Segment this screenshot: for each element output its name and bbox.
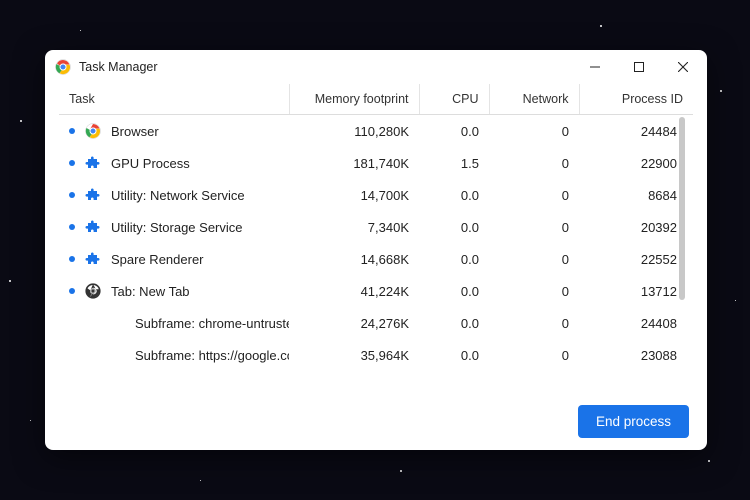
task-name: GPU Process <box>111 156 190 171</box>
cell-memory: 14,700K <box>289 179 419 211</box>
extension-icon <box>85 155 101 171</box>
cell-memory: 24,276K <box>289 307 419 339</box>
cell-pid: 20392 <box>579 211 687 243</box>
task-name: Utility: Storage Service <box>111 220 243 235</box>
task-manager-window: Task Manager Task Memory footprint CPU N… <box>45 50 707 450</box>
cell-pid: 24484 <box>579 115 687 147</box>
cell-network: 0 <box>489 243 579 275</box>
end-process-button[interactable]: End process <box>578 405 689 438</box>
col-cpu[interactable]: CPU <box>419 84 489 115</box>
table-row[interactable]: Spare Renderer 14,668K0.0022552 <box>59 243 687 275</box>
table-row[interactable]: Browser 110,280K0.0024484 <box>59 115 687 147</box>
col-task[interactable]: Task <box>59 84 289 115</box>
cell-network: 0 <box>489 211 579 243</box>
status-dot-icon <box>69 288 75 294</box>
cell-pid: 8684 <box>579 179 687 211</box>
col-pid[interactable]: Process ID <box>579 84 693 115</box>
extension-icon <box>85 251 101 267</box>
cell-network: 0 <box>489 339 579 363</box>
cell-pid: 13712 <box>579 275 687 307</box>
cell-pid: 24408 <box>579 307 687 339</box>
task-name: Tab: New Tab <box>111 284 190 299</box>
cell-cpu: 0.0 <box>419 211 489 243</box>
status-dot-icon <box>69 192 75 198</box>
extension-icon <box>85 187 101 203</box>
cell-memory: 181,740K <box>289 147 419 179</box>
table-row[interactable]: GPU Process 181,740K1.5022900 <box>59 147 687 179</box>
cell-memory: 41,224K <box>289 275 419 307</box>
cell-cpu: 0.0 <box>419 179 489 211</box>
status-dot-icon <box>69 128 75 134</box>
col-memory[interactable]: Memory footprint <box>289 84 419 115</box>
cell-network: 0 <box>489 275 579 307</box>
minimize-button[interactable] <box>573 52 617 82</box>
task-name: Subframe: chrome-untrusted:/... <box>135 316 289 331</box>
col-network[interactable]: Network <box>489 84 579 115</box>
chrome-icon <box>55 59 71 75</box>
cell-pid: 22900 <box>579 147 687 179</box>
table-row[interactable]: Subframe: chrome-untrusted:/...24,276K0.… <box>59 307 687 339</box>
cell-cpu: 0.0 <box>419 339 489 363</box>
incognito-tab-icon <box>85 283 101 299</box>
process-table-header: Task Memory footprint CPU Network Proces… <box>59 84 693 115</box>
cell-cpu: 0.0 <box>419 115 489 147</box>
table-row[interactable]: Subframe: https://google.com/35,964K0.00… <box>59 339 687 363</box>
cell-pid: 22552 <box>579 243 687 275</box>
scrollbar-thumb[interactable] <box>679 117 685 300</box>
cell-cpu: 1.5 <box>419 147 489 179</box>
close-button[interactable] <box>661 52 705 82</box>
status-dot-icon <box>69 224 75 230</box>
footer: End process <box>45 392 707 450</box>
cell-network: 0 <box>489 115 579 147</box>
extension-icon <box>85 219 101 235</box>
task-name: Utility: Network Service <box>111 188 245 203</box>
cell-memory: 35,964K <box>289 339 419 363</box>
cell-network: 0 <box>489 307 579 339</box>
status-dot-icon <box>69 256 75 262</box>
cell-cpu: 0.0 <box>419 275 489 307</box>
chrome-icon <box>85 123 101 139</box>
cell-cpu: 0.0 <box>419 243 489 275</box>
cell-network: 0 <box>489 179 579 211</box>
process-table: Browser110,280K0.0024484GPU Process181,7… <box>59 115 687 363</box>
table-row[interactable]: Utility: Network Service 14,700K0.008684 <box>59 179 687 211</box>
status-dot-icon <box>69 160 75 166</box>
cell-memory: 7,340K <box>289 211 419 243</box>
maximize-button[interactable] <box>617 52 661 82</box>
cell-memory: 14,668K <box>289 243 419 275</box>
cell-pid: 23088 <box>579 339 687 363</box>
cell-memory: 110,280K <box>289 115 419 147</box>
table-row[interactable]: Utility: Storage Service 7,340K0.0020392 <box>59 211 687 243</box>
window-title: Task Manager <box>79 60 158 74</box>
task-name: Subframe: https://google.com/ <box>135 348 289 363</box>
titlebar[interactable]: Task Manager <box>45 50 707 84</box>
cell-network: 0 <box>489 147 579 179</box>
task-name: Spare Renderer <box>111 252 204 267</box>
cell-cpu: 0.0 <box>419 307 489 339</box>
task-name: Browser <box>111 124 159 139</box>
table-row[interactable]: Tab: New Tab 41,224K0.0013712 <box>59 275 687 307</box>
